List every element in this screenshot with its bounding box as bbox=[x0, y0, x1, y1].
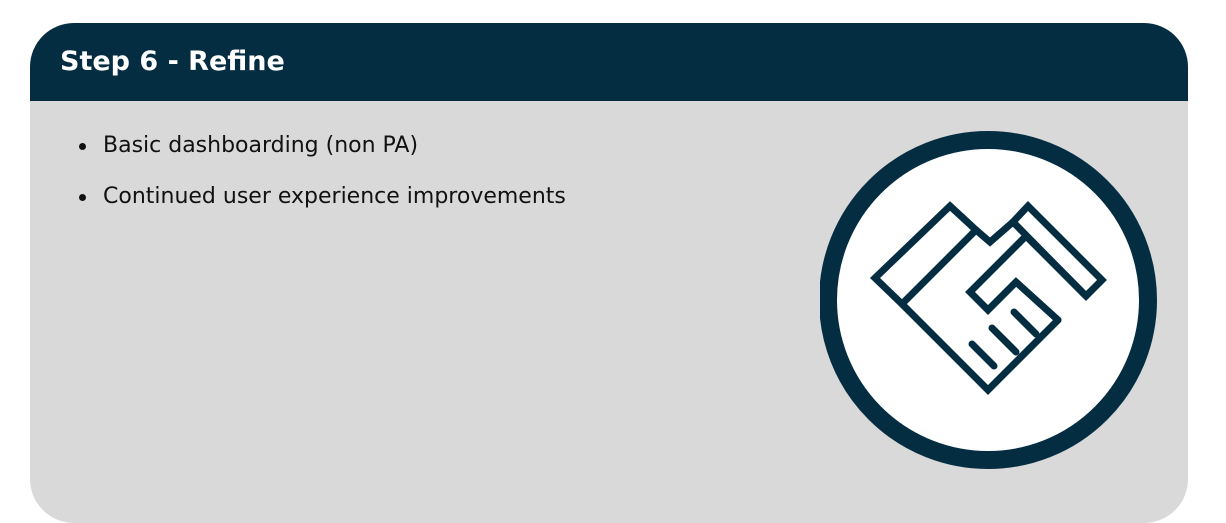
bullet-dot-icon bbox=[79, 194, 86, 201]
bullet-list: Basic dashboarding (non PA) Continued us… bbox=[78, 133, 566, 235]
card-header: Step 6 - Refine bbox=[30, 23, 1188, 101]
list-item: Basic dashboarding (non PA) bbox=[78, 133, 566, 159]
card-title: Step 6 - Refine bbox=[60, 46, 285, 77]
bullet-dot-icon bbox=[79, 143, 86, 150]
list-item-text: Continued user experience improvements bbox=[103, 184, 566, 209]
step-card: Step 6 - Refine Basic dashboarding (non … bbox=[30, 23, 1188, 523]
handshake-icon bbox=[820, 131, 1157, 469]
list-item-text: Basic dashboarding (non PA) bbox=[103, 133, 419, 158]
list-item: Continued user experience improvements bbox=[78, 184, 566, 210]
